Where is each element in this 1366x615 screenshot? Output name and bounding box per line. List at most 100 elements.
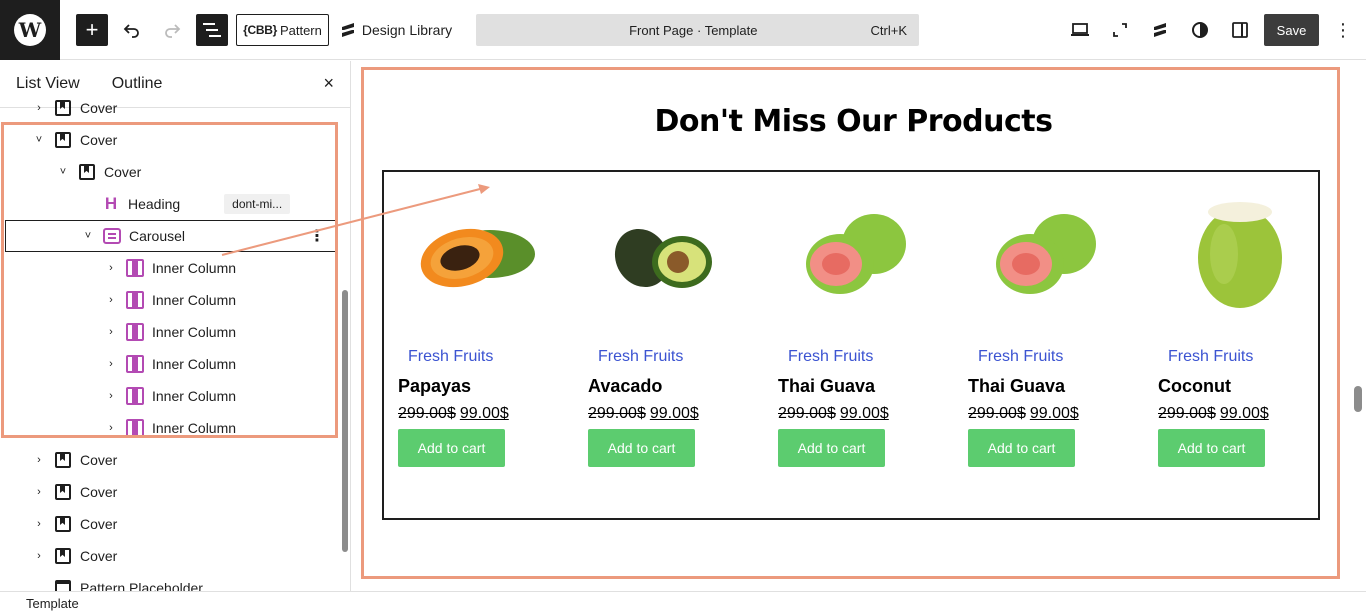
list-view-row-carousel[interactable]: ˅ Carousel ⋮: [5, 220, 336, 252]
list-view-row-innercol[interactable]: › Inner Column: [0, 316, 340, 348]
old-price: 299.00$: [968, 405, 1026, 422]
list-view-row-innercol[interactable]: › Inner Column: [0, 412, 340, 444]
carousel-block-icon: [103, 227, 121, 245]
list-view-row-innercol[interactable]: › Inner Column: [0, 284, 340, 316]
chevron-down-icon[interactable]: ˅: [81, 230, 95, 242]
list-view-row-label: Cover: [80, 132, 118, 148]
redo-icon: [165, 24, 181, 38]
list-view-row-cover[interactable]: › Cover: [0, 476, 340, 508]
carousel-block[interactable]: Fresh Fruits Papayas 299.00$ 99.00$ Add to c…: [382, 170, 1320, 520]
stackable-icon: [1154, 23, 1166, 37]
product-category[interactable]: Fresh Fruits: [788, 348, 873, 366]
cover-block-icon-glyph: [55, 484, 71, 500]
product-name[interactable]: Thai Guava: [968, 376, 1065, 397]
wordpress-logo-button[interactable]: W: [0, 0, 60, 60]
breadcrumb-template[interactable]: Template: [26, 596, 79, 611]
inner-column-block-icon: [126, 291, 144, 309]
add-to-cart-button[interactable]: Add to cart: [968, 429, 1075, 467]
chevron-right-icon[interactable]: ›: [32, 550, 46, 562]
list-view-row-label: Cover: [80, 516, 118, 532]
product-name[interactable]: Thai Guava: [778, 376, 875, 397]
chevron-down-icon[interactable]: ˅: [56, 166, 70, 178]
cover-block-icon: [54, 131, 72, 149]
list-view-row-cover[interactable]: › Cover: [0, 92, 340, 124]
chevron-right-icon[interactable]: ›: [104, 262, 118, 274]
list-view-row-label: Cover: [104, 164, 142, 180]
product-card[interactable]: Fresh Fruits Coconut 299.00$ 99.00$ Add to c…: [1146, 172, 1326, 512]
product-name[interactable]: Papayas: [398, 376, 471, 397]
undo-button[interactable]: [116, 14, 148, 46]
list-view-row-cover[interactable]: › Cover: [0, 444, 340, 476]
undo-icon: [123, 24, 139, 38]
chevron-right-icon[interactable]: ›: [32, 454, 46, 466]
product-image: [400, 194, 540, 312]
chevron-right-icon[interactable]: ›: [104, 358, 118, 370]
list-view-button[interactable]: [196, 14, 228, 46]
list-view-row-innercol[interactable]: › Inner Column: [0, 252, 340, 284]
list-view-row-cover[interactable]: ˅ Cover: [0, 156, 340, 188]
chevron-down-icon[interactable]: ˅: [32, 134, 46, 146]
list-view-row-cover[interactable]: ˅ Cover: [0, 124, 340, 156]
cover-block-frame[interactable]: Don't Miss Our Products Fresh Fruits Papa…: [361, 67, 1340, 579]
settings-sidebar-button[interactable]: [1224, 14, 1256, 46]
add-to-cart-button[interactable]: Add to cart: [1158, 429, 1265, 467]
product-name[interactable]: Coconut: [1158, 376, 1231, 397]
product-card[interactable]: Fresh Fruits Thai Guava 299.00$ 99.00$ Add t…: [766, 172, 946, 512]
product-card[interactable]: Fresh Fruits Papayas 299.00$ 99.00$ Add to c…: [386, 172, 566, 512]
design-library-button[interactable]: Design Library: [338, 14, 454, 46]
stackable-settings-button[interactable]: [1144, 14, 1176, 46]
block-options-icon[interactable]: ⋮: [309, 226, 325, 246]
chevron-right-icon[interactable]: ›: [104, 422, 118, 434]
product-category[interactable]: Fresh Fruits: [408, 348, 493, 366]
product-name[interactable]: Avacado: [588, 376, 662, 397]
list-view-row-innercol[interactable]: › Inner Column: [0, 348, 340, 380]
styles-button[interactable]: [1184, 14, 1216, 46]
chevron-right-icon[interactable]: ›: [32, 486, 46, 498]
list-view-row-label: Inner Column: [152, 420, 237, 436]
product-card[interactable]: Fresh Fruits Thai Guava 299.00$ 99.00$ Add t…: [956, 172, 1136, 512]
chevron-right-icon[interactable]: ›: [104, 326, 118, 338]
chevron-right-icon[interactable]: ›: [32, 518, 46, 530]
list-view-row-heading[interactable]: H Heading dont-mi...: [0, 188, 340, 220]
list-view-row-cover[interactable]: › Cover: [0, 540, 340, 572]
chevron-right-icon[interactable]: ›: [32, 102, 46, 114]
list-view-row-label: Cover: [80, 452, 118, 468]
product-category[interactable]: Fresh Fruits: [1168, 348, 1253, 366]
product-category[interactable]: Fresh Fruits: [978, 348, 1063, 366]
product-category[interactable]: Fresh Fruits: [598, 348, 683, 366]
options-button[interactable]: ⋮: [1327, 14, 1359, 46]
cover-block-icon: [54, 99, 72, 117]
sale-price: 99.00$: [1219, 405, 1269, 422]
section-heading[interactable]: Don't Miss Our Products: [364, 104, 1343, 139]
list-view-row-label: Inner Column: [152, 260, 237, 276]
list-view-row-innercol[interactable]: › Inner Column: [0, 380, 340, 412]
pattern-button[interactable]: {CBB} Pattern: [236, 14, 329, 46]
canvas-scrollbar[interactable]: [1354, 386, 1362, 412]
heading-block-icon: H: [102, 194, 120, 213]
add-block-button[interactable]: +: [76, 14, 108, 46]
cover-block-icon-glyph: [55, 132, 71, 148]
document-title: Front Page · Template: [629, 22, 758, 38]
fullscreen-button[interactable]: [1104, 14, 1136, 46]
inner-column-block-icon-glyph: [126, 387, 144, 405]
wordpress-icon: W: [14, 14, 46, 46]
add-to-cart-button[interactable]: Add to cart: [398, 429, 505, 467]
preview-device-button[interactable]: [1064, 14, 1096, 46]
laptop-icon: [1071, 23, 1089, 36]
add-to-cart-button[interactable]: Add to cart: [778, 429, 885, 467]
list-view-row-pattern[interactable]: Pattern Placeholder: [0, 572, 340, 591]
save-button[interactable]: Save: [1264, 14, 1319, 46]
chevron-right-icon[interactable]: ›: [104, 390, 118, 402]
list-view-row-cover[interactable]: › Cover: [0, 508, 340, 540]
chevron-right-icon[interactable]: ›: [104, 294, 118, 306]
sidebar-scrollbar[interactable]: [342, 290, 348, 552]
plus-icon: +: [85, 17, 99, 42]
fullscreen-icon: [1113, 23, 1127, 37]
product-image: [1160, 194, 1300, 312]
product-price: 299.00$ 99.00$: [588, 405, 699, 423]
close-icon[interactable]: ×: [323, 73, 334, 94]
add-to-cart-button[interactable]: Add to cart: [588, 429, 695, 467]
product-card[interactable]: Fresh Fruits Avacado 299.00$ 99.00$ Add to c…: [576, 172, 756, 512]
command-palette-button[interactable]: Front Page · Template Ctrl+K: [476, 14, 919, 46]
redo-button[interactable]: [156, 14, 188, 46]
